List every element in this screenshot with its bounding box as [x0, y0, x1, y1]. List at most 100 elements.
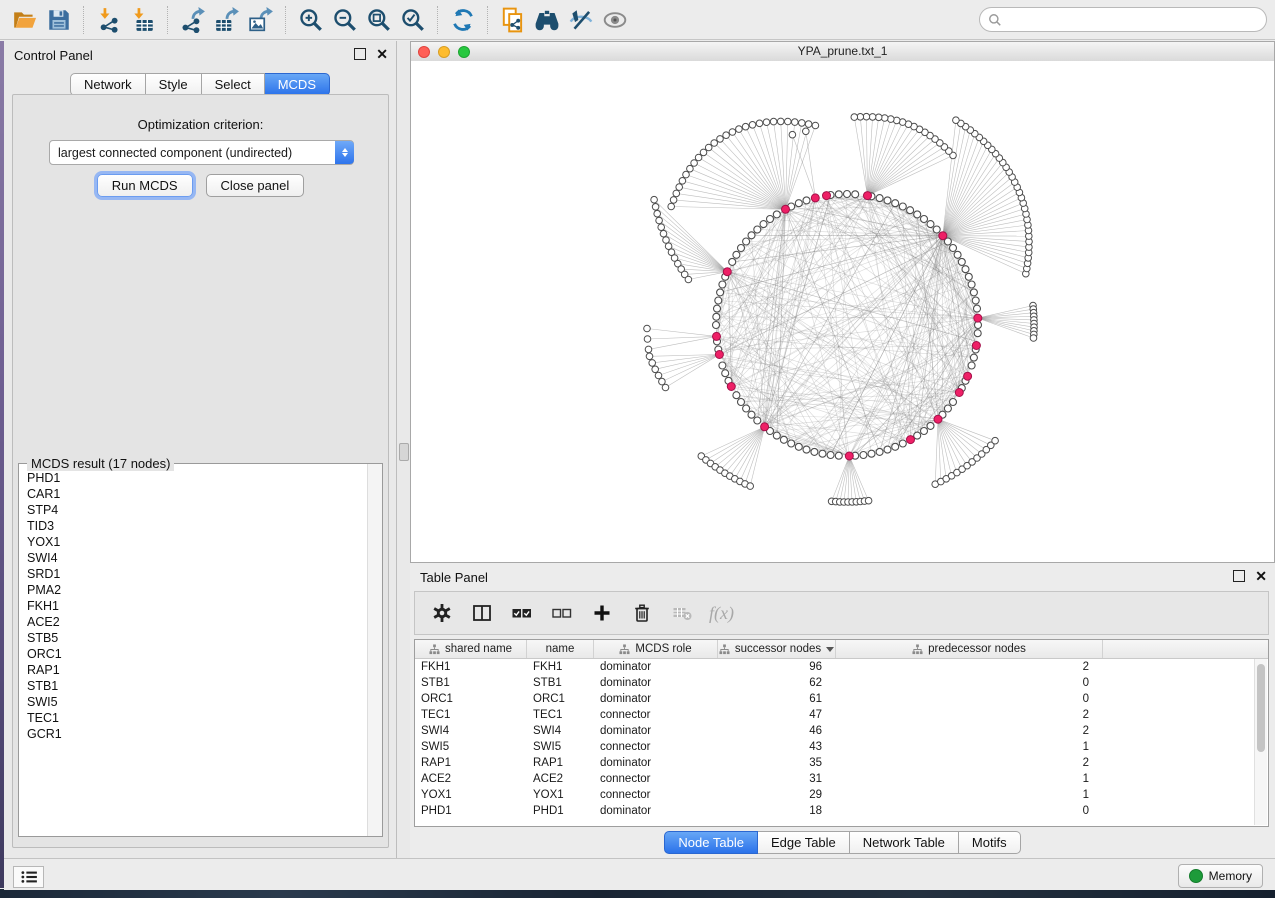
graph-node[interactable] [754, 226, 761, 233]
tab-style[interactable]: Style [146, 73, 202, 96]
optimization-criterion-select[interactable]: largest connected component (undirected) [49, 140, 354, 165]
graph-node[interactable] [773, 211, 780, 218]
graph-node[interactable] [970, 354, 977, 361]
zoom-fit-button[interactable] [362, 4, 396, 36]
graph-node[interactable] [683, 171, 690, 178]
table-row[interactable]: TEC1TEC1connector472 [415, 707, 1268, 723]
graph-node[interactable] [652, 366, 659, 373]
table-cell[interactable]: 43 [718, 739, 836, 755]
graph-node[interactable] [663, 237, 670, 244]
graph-node[interactable] [654, 210, 661, 217]
graph-mcds-node[interactable] [964, 372, 972, 380]
graph-node[interactable] [748, 232, 755, 239]
close-panel-button[interactable]: Close panel [206, 174, 305, 197]
graph-mcds-node[interactable] [934, 415, 942, 423]
mcds-result-item[interactable]: ACE2 [27, 614, 367, 630]
splitter-grip-icon[interactable] [399, 443, 409, 461]
column-header-predecessor-nodes[interactable]: predecessor nodes [836, 640, 1103, 658]
zoom-in-button[interactable] [294, 4, 328, 36]
graph-node[interactable] [713, 322, 720, 329]
table-row[interactable]: ACE2ACE2connector311 [415, 771, 1268, 787]
table-cell[interactable]: ORC1 [415, 691, 527, 707]
graph-node[interactable] [968, 362, 975, 369]
table-cell[interactable]: TEC1 [415, 707, 527, 723]
table-cell[interactable]: 2 [836, 707, 1103, 723]
graph-node[interactable] [748, 411, 755, 418]
graph-node[interactable] [743, 405, 750, 412]
graph-node[interactable] [965, 273, 972, 280]
graph-node[interactable] [673, 190, 680, 197]
graph-node[interactable] [992, 437, 999, 444]
graph-node[interactable] [927, 422, 934, 429]
table-cell[interactable]: 29 [718, 787, 836, 803]
column-header-shared-name[interactable]: shared name [415, 640, 527, 658]
graph-node[interactable] [662, 384, 669, 391]
table-scrollbar-thumb[interactable] [1257, 664, 1265, 752]
table-cell[interactable]: 0 [836, 675, 1103, 691]
open-file-button[interactable] [8, 4, 42, 36]
graph-node[interactable] [970, 289, 977, 296]
table-cell[interactable]: connector [594, 707, 718, 723]
graph-node[interactable] [851, 114, 858, 121]
graph-mcds-node[interactable] [955, 389, 963, 397]
graph-node[interactable] [974, 330, 981, 337]
graph-node[interactable] [892, 200, 899, 207]
graph-node[interactable] [645, 346, 652, 353]
graph-node[interactable] [729, 258, 736, 265]
graph-node[interactable] [876, 448, 883, 455]
graph-node[interactable] [715, 297, 722, 304]
table-row[interactable]: YOX1YOX1connector291 [415, 787, 1268, 803]
table-cell[interactable]: dominator [594, 723, 718, 739]
table-cell[interactable]: 35 [718, 755, 836, 771]
delete-table-button[interactable] [669, 600, 695, 626]
graph-node[interactable] [799, 120, 806, 127]
graph-node[interactable] [687, 165, 694, 172]
table-cell[interactable]: SWI4 [527, 723, 594, 739]
graph-node[interactable] [944, 405, 951, 412]
graph-node[interactable] [958, 258, 965, 265]
graph-node[interactable] [767, 216, 774, 223]
table-cell[interactable]: PHD1 [527, 803, 594, 819]
graph-node[interactable] [729, 129, 736, 136]
mcds-result-item[interactable]: SRD1 [27, 566, 367, 582]
graph-node[interactable] [756, 120, 763, 127]
table-cell[interactable]: SWI5 [527, 739, 594, 755]
column-header-successor-nodes[interactable]: successor nodes [718, 640, 836, 658]
table-cell[interactable]: YOX1 [527, 787, 594, 803]
table-cell[interactable]: STB1 [527, 675, 594, 691]
table-row[interactable]: RAP1RAP1dominator352 [415, 755, 1268, 771]
table-row[interactable]: ORC1ORC1dominator610 [415, 691, 1268, 707]
table-cell[interactable]: STB1 [415, 675, 527, 691]
tab-edge-table[interactable]: Edge Table [758, 831, 850, 854]
table-cell[interactable]: 1 [836, 787, 1103, 803]
graph-node[interactable] [865, 497, 872, 504]
delete-column-button[interactable] [629, 600, 655, 626]
table-cell[interactable]: FKH1 [415, 659, 527, 675]
graph-node[interactable] [705, 144, 712, 151]
mcds-result-item[interactable]: TEC1 [27, 710, 367, 726]
graph-node[interactable] [974, 305, 981, 312]
table-cell[interactable]: 2 [836, 723, 1103, 739]
import-table-button[interactable] [126, 4, 160, 36]
tab-mcds[interactable]: MCDS [265, 73, 330, 96]
graph-mcds-node[interactable] [864, 192, 872, 200]
export-table-button[interactable] [210, 4, 244, 36]
show-all-button[interactable] [530, 4, 564, 36]
table-cell[interactable]: 47 [718, 707, 836, 723]
apply-layout-button[interactable] [446, 4, 480, 36]
graph-node[interactable] [655, 372, 662, 379]
graph-node[interactable] [679, 178, 686, 185]
table-cell[interactable]: 31 [718, 771, 836, 787]
graph-node[interactable] [795, 200, 802, 207]
graph-node[interactable] [792, 119, 799, 126]
graph-node[interactable] [1030, 335, 1037, 342]
mcds-result-item[interactable]: STB5 [27, 630, 367, 646]
graph-node[interactable] [789, 131, 796, 138]
graph-node[interactable] [723, 132, 730, 139]
table-cell[interactable]: ACE2 [415, 771, 527, 787]
mcds-result-item[interactable]: ORC1 [27, 646, 367, 662]
mcds-result-item[interactable]: TID3 [27, 518, 367, 534]
graph-node[interactable] [754, 417, 761, 424]
graph-node[interactable] [644, 336, 651, 343]
graph-node[interactable] [676, 184, 683, 191]
